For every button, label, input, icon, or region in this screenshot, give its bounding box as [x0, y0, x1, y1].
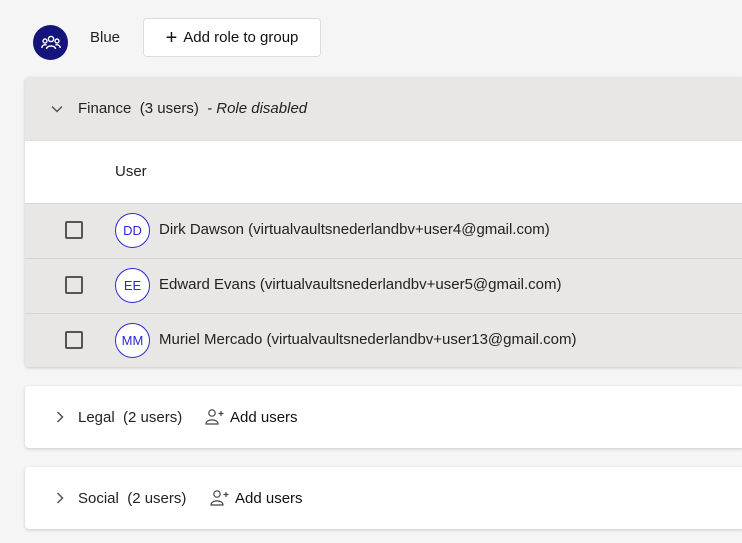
- add-user-icon: [205, 409, 224, 425]
- table-row: DD Dirk Dawson (virtualvaultsnederlandbv…: [25, 203, 742, 258]
- user-label: Dirk Dawson (virtualvaultsnederlandbv+us…: [159, 221, 550, 238]
- table-row: EE Edward Evans (virtualvaultsnederlandb…: [25, 258, 742, 313]
- role-header-social[interactable]: Social (2 users) Add users: [25, 467, 742, 529]
- role-title-finance: Finance (3 users) - Role disabled: [78, 100, 307, 117]
- group-users-icon: [40, 35, 61, 49]
- role-title-social: Social (2 users): [78, 490, 186, 507]
- row-checkbox[interactable]: [65, 331, 83, 349]
- row-checkbox[interactable]: [65, 276, 83, 294]
- add-user-icon: [210, 490, 229, 506]
- avatar: EE: [115, 268, 150, 303]
- add-role-label: Add role to group: [183, 29, 299, 46]
- chevron-down-icon[interactable]: [49, 101, 65, 117]
- role-user-count: (3 users): [139, 100, 199, 117]
- role-title-legal: Legal (2 users): [78, 409, 182, 426]
- row-checkbox[interactable]: [65, 221, 83, 239]
- chevron-right-icon[interactable]: [52, 490, 68, 506]
- avatar: DD: [115, 213, 150, 248]
- role-header-legal[interactable]: Legal (2 users) Add users: [25, 386, 742, 448]
- role-user-count: (2 users): [127, 489, 187, 507]
- group-header: Blue + Add role to group: [0, 0, 742, 76]
- plus-icon: +: [165, 26, 178, 49]
- user-label: Muriel Mercado (virtualvaultsnederlandbv…: [159, 331, 577, 348]
- add-users-button[interactable]: Add users: [210, 489, 303, 507]
- add-role-button[interactable]: + Add role to group: [143, 18, 321, 57]
- group-avatar: [33, 25, 68, 60]
- role-card-social: Social (2 users) Add users: [25, 467, 742, 529]
- role-name: Legal: [78, 408, 115, 426]
- user-label: Edward Evans (virtualvaultsnederlandbv+u…: [159, 276, 562, 293]
- avatar: MM: [115, 323, 150, 358]
- role-card-legal: Legal (2 users) Add users: [25, 386, 742, 448]
- role-status: - Role disabled: [207, 100, 308, 117]
- add-users-button[interactable]: Add users: [205, 408, 298, 426]
- role-card-finance: Finance (3 users) - Role disabled User D…: [25, 77, 742, 367]
- table-header: User: [25, 140, 742, 203]
- role-name: Social: [78, 489, 119, 507]
- group-name: Blue: [90, 29, 121, 46]
- column-header-user: User: [115, 163, 147, 180]
- chevron-right-icon[interactable]: [52, 409, 68, 425]
- role-name: Finance: [78, 100, 132, 117]
- add-users-label: Add users: [230, 408, 298, 426]
- table-row: MM Muriel Mercado (virtualvaultsnederlan…: [25, 313, 742, 367]
- role-user-count: (2 users): [123, 408, 183, 426]
- add-users-label: Add users: [235, 489, 303, 507]
- role-header-finance[interactable]: Finance (3 users) - Role disabled: [25, 77, 742, 140]
